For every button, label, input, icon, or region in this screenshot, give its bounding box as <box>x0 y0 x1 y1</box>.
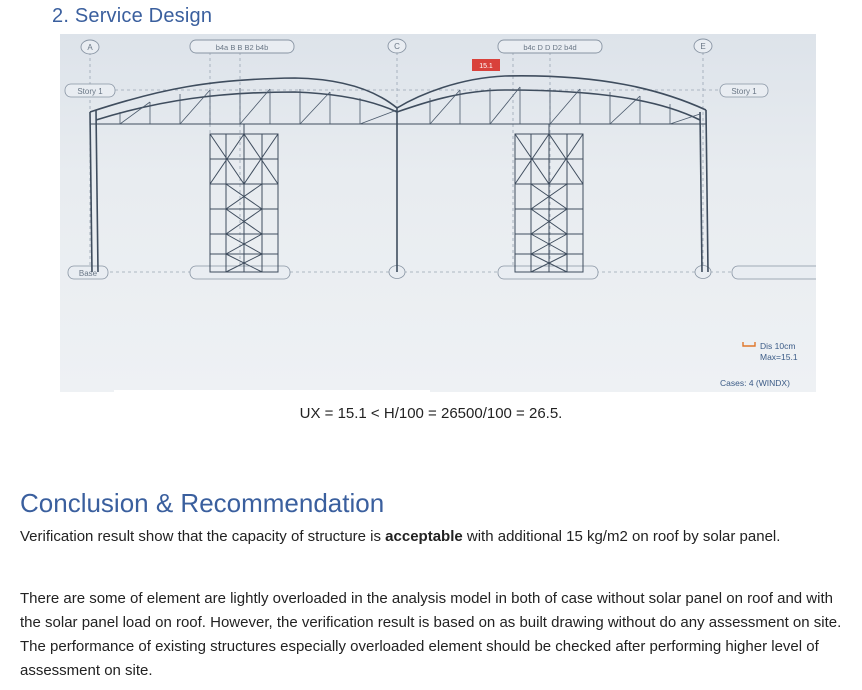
story-label-left: Story 1 <box>77 87 103 96</box>
displacement-scale-icon <box>742 342 756 347</box>
grid-label-c: C <box>394 42 400 51</box>
para1-before: Verification result show that the capaci… <box>20 528 386 545</box>
para1-bold: acceptable <box>385 528 463 545</box>
structural-model-figure: A C E b4a B B B2 b4b b4c D D D2 b4d Stor… <box>60 34 816 392</box>
max-displacement-value: 15.1 <box>479 63 493 70</box>
grid-label-a: A <box>87 43 93 52</box>
legend-cases: Cases: 4 (WINDX) <box>720 378 790 388</box>
legend-dis: Dis 10cm <box>760 341 795 351</box>
grid-group-left-label: b4a B B B2 b4b <box>216 43 269 52</box>
legend-max: Max=15.1 <box>760 352 798 362</box>
conclusion-heading: Conclusion & Recommendation <box>20 488 385 518</box>
figure-bottom-divider <box>114 390 430 393</box>
grid-group-right-label: b4c D D D2 b4d <box>523 43 576 52</box>
service-design-heading: 2. Service Design <box>52 5 213 27</box>
paragraph-overload: There are some of element are lightly ov… <box>20 590 842 679</box>
formula-line: UX = 15.1 < H/100 = 26500/100 = 26.5. <box>299 405 563 422</box>
base-label: Base <box>79 269 98 278</box>
structure-diagram: A C E b4a B B B2 b4b b4c D D D2 b4d Stor… <box>64 38 816 388</box>
story-label-right: Story 1 <box>731 87 757 96</box>
para1-after: with additional 15 kg/m2 on roof by sola… <box>462 528 781 545</box>
grid-label-e: E <box>700 42 705 51</box>
paragraph-verification: Verification result show that the capaci… <box>20 525 850 549</box>
